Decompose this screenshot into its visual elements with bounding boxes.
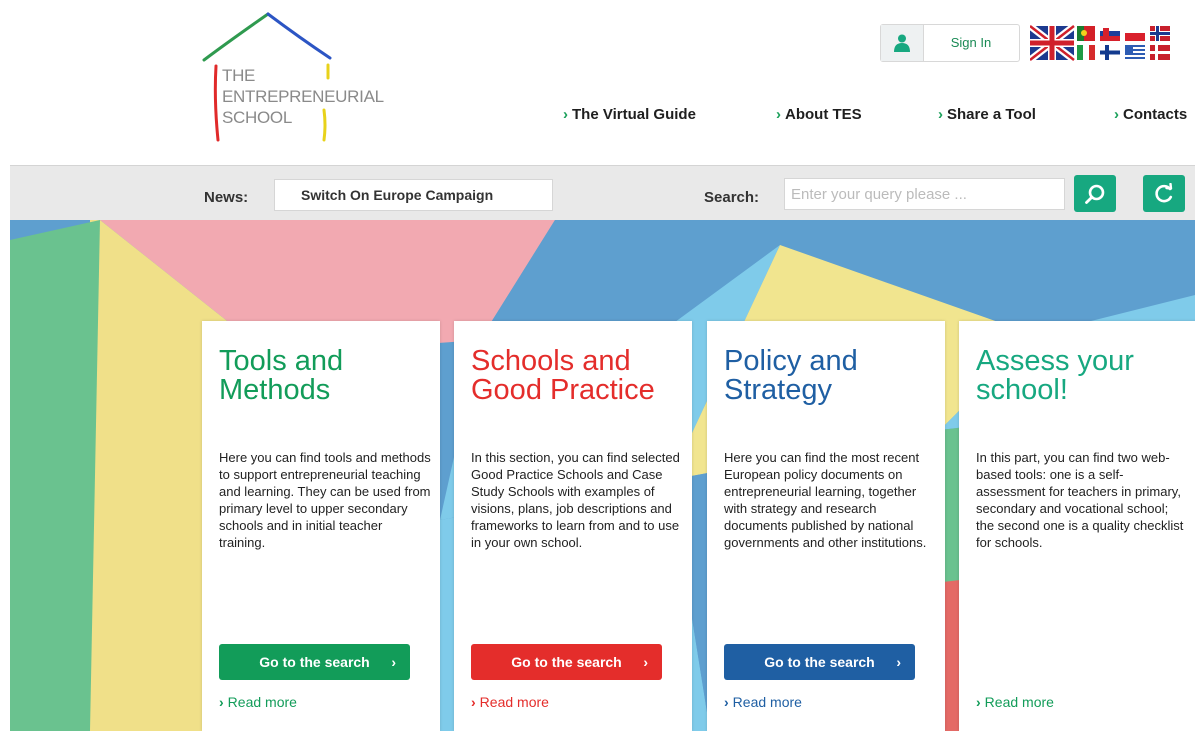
flag-uk-icon[interactable] — [1027, 23, 1077, 63]
flag-pl-icon[interactable] — [1125, 26, 1145, 41]
chevron-right-icon: › — [563, 106, 568, 123]
logo-line-3: SCHOOL — [222, 108, 292, 127]
sign-in-label: Sign In — [950, 35, 992, 50]
flag-fi-icon[interactable] — [1100, 45, 1120, 60]
card-description: In this section, you can find selected G… — [471, 450, 680, 550]
button-label: Go to the search — [511, 654, 622, 670]
read-more-link[interactable]: › Read more — [471, 694, 549, 710]
read-more-label: Read more — [984, 694, 1054, 710]
nav-label: The Virtual Guide — [572, 106, 696, 123]
news-ticker[interactable]: Switch On Europe Campaign — [274, 179, 553, 211]
card-tools-and-methods: Tools and Methods Here you can find tool… — [202, 321, 440, 731]
nav-label: About TES — [785, 106, 862, 123]
chevron-right-icon: › — [391, 654, 396, 670]
flag-dk-icon[interactable] — [1150, 45, 1170, 60]
search-icon — [1085, 184, 1105, 204]
chevron-right-icon: › — [643, 654, 648, 670]
nav-contacts[interactable]: › Contacts — [1114, 106, 1187, 123]
flag-sk-icon[interactable] — [1100, 26, 1120, 41]
search-input[interactable] — [784, 178, 1065, 210]
refresh-icon — [1155, 182, 1173, 202]
chevron-right-icon: › — [724, 694, 729, 710]
card-title: Schools and Good Practice — [471, 345, 655, 406]
chevron-right-icon: › — [976, 694, 981, 710]
card-description: Here you can find the most recent Europe… — [724, 450, 927, 550]
flag-gr-icon[interactable] — [1125, 45, 1145, 60]
card-title: Tools and Methods — [219, 345, 344, 406]
card-description: In this part, you can find two web-based… — [976, 450, 1184, 550]
read-more-link[interactable]: › Read more — [219, 694, 297, 710]
go-to-search-button[interactable]: Go to the search › — [471, 644, 662, 680]
card-assess-your-school: Assess your school! In this part, you ca… — [959, 321, 1195, 731]
news-label: News: — [204, 189, 249, 206]
user-icon — [881, 25, 924, 61]
search-label: Search: — [704, 189, 760, 206]
nav-label: Contacts — [1123, 106, 1188, 123]
card-title: Policy and Strategy — [724, 345, 858, 406]
read-more-link[interactable]: › Read more — [724, 694, 802, 710]
chevron-right-icon: › — [219, 694, 224, 710]
chevron-right-icon: › — [938, 106, 943, 123]
chevron-right-icon: › — [471, 694, 476, 710]
site-header: THE ENTREPRENEURIAL SCHOOL Sign In › The… — [0, 0, 1195, 165]
button-label: Go to the search — [764, 654, 875, 670]
chevron-right-icon: › — [776, 106, 781, 123]
read-more-label: Read more — [732, 694, 802, 710]
button-label: Go to the search — [259, 654, 370, 670]
chevron-right-icon: › — [896, 654, 901, 670]
sign-in-button[interactable]: Sign In — [880, 24, 1020, 62]
read-more-label: Read more — [227, 694, 297, 710]
read-more-link[interactable]: › Read more — [976, 694, 1054, 710]
search-button[interactable] — [1074, 175, 1116, 212]
logo-line-1: THE — [222, 66, 256, 85]
nav-label: Share a Tool — [947, 106, 1036, 123]
read-more-label: Read more — [479, 694, 549, 710]
refresh-button[interactable] — [1143, 175, 1185, 212]
flag-it-icon[interactable] — [1077, 45, 1095, 60]
news-search-bar: News: Switch On Europe Campaign Search: — [10, 165, 1195, 221]
chevron-right-icon: › — [1114, 106, 1119, 123]
go-to-search-button[interactable]: Go to the search › — [219, 644, 410, 680]
site-logo[interactable]: THE ENTREPRENEURIAL SCHOOL — [200, 10, 400, 150]
card-title: Assess your school! — [976, 345, 1134, 406]
logo-text: THE ENTREPRENEURIAL SCHOOL — [222, 65, 384, 128]
language-flags — [1027, 23, 1195, 63]
nav-virtual-guide[interactable]: › The Virtual Guide — [563, 106, 696, 123]
nav-share-a-tool[interactable]: › Share a Tool — [938, 106, 1036, 123]
card-schools-and-good-practice: Schools and Good Practice In this sectio… — [454, 321, 692, 731]
flag-pt-icon[interactable] — [1077, 26, 1095, 41]
card-description: Here you can find tools and methods to s… — [219, 450, 431, 550]
card-policy-and-strategy: Policy and Strategy Here you can find th… — [707, 321, 945, 731]
nav-about-tes[interactable]: › About TES — [776, 106, 862, 123]
logo-line-2: ENTREPRENEURIAL — [222, 87, 384, 106]
flag-no-icon[interactable] — [1150, 26, 1170, 41]
go-to-search-button[interactable]: Go to the search › — [724, 644, 915, 680]
